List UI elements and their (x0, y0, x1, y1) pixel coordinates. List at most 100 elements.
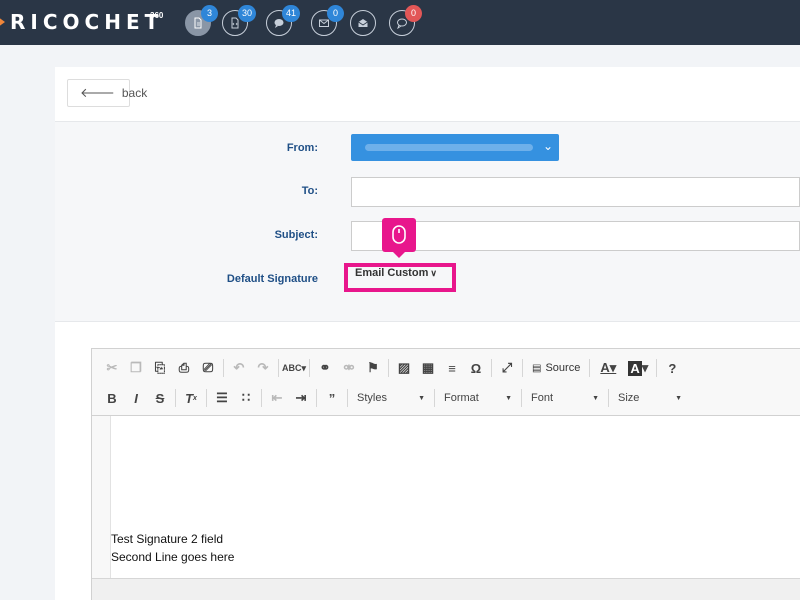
maximize-icon[interactable]: ⤢ (495, 357, 519, 379)
paste-word-icon[interactable]: ⎚ (196, 357, 220, 379)
undo-icon[interactable]: ↶ (227, 357, 251, 379)
back-button[interactable]: 🡐 back (67, 79, 147, 107)
size-dropdown[interactable]: Size ▼ (612, 387, 688, 409)
cut-icon[interactable]: ✂ (100, 357, 124, 379)
default-signature-label: Default Signature (226, 273, 318, 285)
image-icon[interactable]: ▨ (392, 357, 416, 379)
compose-card: 🡐 back From: ⌄ To: Subject: Default Sign… (55, 67, 800, 600)
to-input[interactable] (351, 177, 800, 207)
unlink-icon[interactable]: ⚮ (337, 357, 361, 379)
strikethrough-icon[interactable]: S (148, 387, 172, 409)
toolbar-divider (491, 359, 492, 377)
toolbar-divider (347, 389, 348, 407)
logo-suffix: 360 (150, 11, 164, 20)
source-button[interactable]: ▤ Source (526, 362, 586, 374)
from-value-redacted (365, 144, 533, 151)
bulleted-list-icon[interactable]: ∷ (234, 387, 258, 409)
font-label: Font (531, 392, 554, 404)
blockquote-icon[interactable]: ” (320, 387, 344, 409)
toolbar-divider (175, 389, 176, 407)
remove-format-icon[interactable]: Tx (179, 387, 203, 409)
nav-badge: 0 (405, 5, 422, 22)
table-icon[interactable]: ▦ (416, 357, 440, 379)
subject-label: Subject: (274, 229, 318, 241)
subject-input[interactable] (351, 221, 800, 251)
special-char-icon[interactable]: Ω (464, 357, 488, 379)
logo-arrow-icon (0, 14, 5, 30)
logo-text: RICOCHET (10, 10, 164, 34)
editor-footer (92, 578, 800, 600)
indent-icon[interactable]: ⇥ (289, 387, 313, 409)
back-label: back (121, 86, 148, 100)
styles-label: Styles (357, 392, 387, 404)
top-bar: RICOCHET 360 3 30 41 0 0 (0, 0, 800, 45)
signature-select[interactable]: Email Custom ∨ (355, 267, 437, 279)
nav-documents-button[interactable]: 3 (185, 5, 218, 36)
nav-code-documents-button[interactable]: 30 (222, 5, 257, 36)
nav-comments-button[interactable]: 0 (389, 5, 422, 36)
click-indicator (382, 218, 416, 258)
nav-inbox-button[interactable] (350, 10, 376, 36)
toolbar-divider (388, 359, 389, 377)
toolbar-divider (316, 389, 317, 407)
caret-down-icon: ▼ (505, 394, 512, 402)
signature-line-1: Test Signature 2 field (111, 532, 224, 546)
editor-content[interactable]: Test Signature 2 field Second Line goes … (110, 416, 800, 578)
toolbar-divider (656, 359, 658, 377)
from-select[interactable]: ⌄ (351, 134, 559, 161)
toolbar-divider (309, 359, 310, 377)
arrow-left-icon: 🡐 (80, 85, 115, 100)
redo-icon[interactable]: ↷ (251, 357, 275, 379)
toolbar-divider (434, 389, 435, 407)
toolbar-divider (278, 359, 279, 377)
size-label: Size (618, 392, 640, 404)
bold-icon[interactable]: B (100, 387, 124, 409)
paste-icon[interactable]: ⎘ (148, 357, 172, 379)
toolbar-row-2: B I S Tx ☰ ∷ ⇤ ⇥ ” Styles ▼ Format ▼ Font ▼ (100, 386, 688, 410)
caret-down-icon: ▼ (592, 394, 599, 402)
spellcheck-icon[interactable]: ABC▾ (282, 357, 306, 379)
help-icon[interactable]: ? (660, 357, 684, 379)
toolbar-row-1: ✂ ❐ ⎘ ⎙ ⎚ ↶ ↷ ABC▾ ⚭ ⚮ ⚑ ▨ ▦ ≡ Ω ⤢ ▤ Sou… (100, 356, 684, 380)
source-icon: ▤ (532, 362, 542, 374)
source-label: Source (545, 362, 581, 374)
format-label: Format (444, 392, 479, 404)
nav-badge: 3 (201, 5, 218, 22)
from-label: From: (286, 142, 318, 154)
toolbar-divider (589, 359, 591, 377)
to-label: To: (301, 185, 318, 197)
chevron-down-icon: ∨ (430, 268, 437, 278)
signature-line-2: Second Line goes here (111, 550, 235, 564)
nav-badge: 30 (238, 5, 257, 22)
copy-icon[interactable]: ❐ (124, 357, 148, 379)
paste-text-icon[interactable]: ⎙ (172, 357, 196, 379)
signature-value: Email Custom (355, 267, 429, 279)
ricochet-logo[interactable]: RICOCHET 360 (0, 9, 170, 35)
email-form: From: ⌄ To: Subject: Default Signature E… (55, 121, 800, 322)
font-dropdown[interactable]: Font ▼ (525, 387, 605, 409)
anchor-flag-icon[interactable]: ⚑ (361, 357, 385, 379)
caret-down-icon: ▼ (675, 394, 682, 402)
toolbar-divider (206, 389, 207, 407)
horizontal-rule-icon[interactable]: ≡ (440, 357, 464, 379)
toolbar-divider (608, 389, 609, 407)
nav-badge: 41 (282, 5, 301, 22)
caret-down-icon: ▼ (418, 394, 425, 402)
format-dropdown[interactable]: Format ▼ (438, 387, 518, 409)
numbered-list-icon[interactable]: ☰ (210, 387, 234, 409)
italic-icon[interactable]: I (124, 387, 148, 409)
rich-text-editor: ✂ ❐ ⎘ ⎙ ⎚ ↶ ↷ ABC▾ ⚭ ⚮ ⚑ ▨ ▦ ≡ Ω ⤢ ▤ Sou… (91, 348, 800, 600)
toolbar-divider (521, 389, 522, 407)
toolbar-divider (261, 389, 262, 407)
mouse-icon (392, 225, 406, 244)
outdent-icon[interactable]: ⇤ (265, 387, 289, 409)
nav-badge: 0 (327, 5, 344, 22)
nav-chat-button[interactable]: 41 (266, 5, 301, 36)
styles-dropdown[interactable]: Styles ▼ (351, 387, 431, 409)
editor-toolbar: ✂ ❐ ⎘ ⎙ ⎚ ↶ ↷ ABC▾ ⚭ ⚮ ⚑ ▨ ▦ ≡ Ω ⤢ ▤ Sou… (92, 349, 800, 416)
link-icon[interactable]: ⚭ (313, 357, 337, 379)
chevron-down-icon: ⌄ (542, 139, 553, 153)
text-color-icon[interactable]: A▾ (593, 357, 623, 379)
background-color-icon[interactable]: A ▾ (623, 357, 653, 379)
nav-messages-button[interactable]: 0 (311, 5, 344, 36)
